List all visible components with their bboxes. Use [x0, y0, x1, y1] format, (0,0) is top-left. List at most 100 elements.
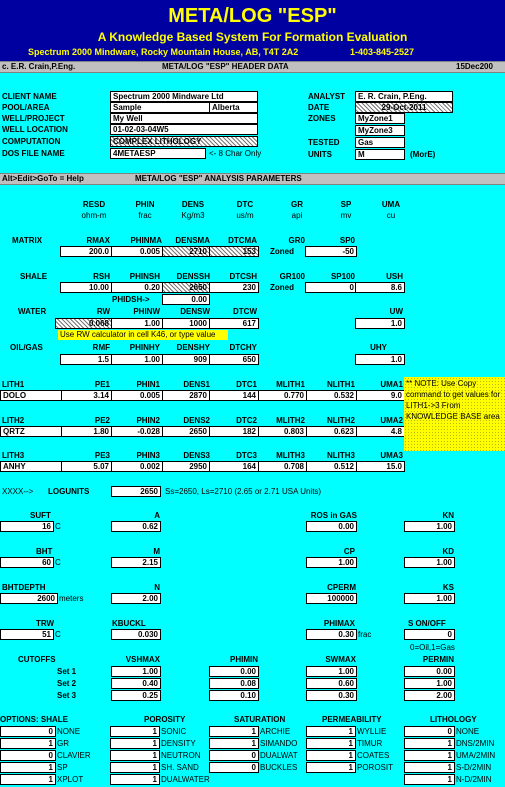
zone1-field[interactable]: MyZone1 — [355, 113, 405, 124]
n-field[interactable]: 2.00 — [111, 593, 161, 604]
lith2-cell[interactable]: -0.028 — [111, 426, 163, 437]
analyst-field[interactable]: E. R. Crain, P.Eng. — [355, 91, 453, 102]
logunits-field[interactable]: 2650 — [111, 486, 161, 497]
rmf-field[interactable]: 1.5 — [60, 354, 112, 365]
shale-option-toggle[interactable]: 0 — [0, 750, 56, 761]
lith3-cell[interactable]: 0.708 — [258, 461, 307, 472]
uhy-field[interactable]: 1.0 — [355, 354, 405, 365]
cutoff-cell[interactable]: 1.00 — [111, 666, 161, 677]
phinsh-field[interactable]: 0.20 — [111, 282, 163, 293]
pool-field[interactable]: Sample — [110, 102, 210, 113]
kbuckl-field[interactable]: 0.030 — [111, 629, 161, 640]
lith2-cell[interactable]: 0.803 — [258, 426, 307, 437]
units-field[interactable]: M — [355, 149, 405, 160]
cutoff-cell[interactable]: 1.00 — [306, 666, 357, 677]
lith2-cell[interactable]: 0.623 — [306, 426, 357, 437]
phinw-field[interactable]: 1.00 — [111, 318, 163, 329]
cutoff-cell[interactable]: 0.10 — [209, 690, 259, 701]
ush-field[interactable]: 8.6 — [355, 282, 405, 293]
porosity-option-toggle[interactable]: 1 — [110, 774, 160, 785]
dtcsh-field[interactable]: 230 — [209, 282, 259, 293]
perm-option-toggle[interactable]: 1 — [306, 750, 356, 761]
location-field[interactable]: 01-02-03-04W5 — [110, 124, 258, 135]
lith-option-toggle[interactable]: 1 — [404, 762, 455, 773]
lith1-cell[interactable]: 0.005 — [111, 390, 163, 401]
perm-option-toggle[interactable]: 1 — [306, 762, 356, 773]
perm-option-toggle[interactable]: 1 — [306, 738, 356, 749]
lith2-name-field[interactable]: QRTZ — [0, 426, 62, 437]
saturation-option-toggle[interactable]: 0 — [209, 750, 259, 761]
cutoff-cell[interactable]: 0.25 — [111, 690, 161, 701]
lith3-cell[interactable]: 0.512 — [306, 461, 357, 472]
phimax-field[interactable]: 0.30 — [306, 629, 357, 640]
sp0-field[interactable]: -50 — [305, 246, 357, 257]
lith-option-toggle[interactable]: 1 — [404, 774, 455, 785]
porosity-option-toggle[interactable]: 1 — [110, 762, 160, 773]
cutoff-cell[interactable]: 0.00 — [404, 666, 455, 677]
lith2-cell[interactable]: 1.80 — [61, 426, 112, 437]
porosity-option-toggle[interactable]: 1 — [110, 738, 160, 749]
lith1-cell[interactable]: 3.14 — [61, 390, 112, 401]
dtcma-field[interactable]: 153 — [209, 246, 259, 257]
denshy-field[interactable]: 909 — [162, 354, 210, 365]
lith3-cell[interactable]: 0.002 — [111, 461, 163, 472]
sp100-field[interactable]: 0 — [305, 282, 357, 293]
date-field[interactable]: 29-Oct-2011 — [355, 102, 453, 113]
porosity-option-toggle[interactable]: 1 — [110, 750, 160, 761]
lith2-cell[interactable]: 182 — [209, 426, 259, 437]
cutoff-cell[interactable]: 2.00 — [404, 690, 455, 701]
client-field[interactable]: Spectrum 2000 Mindware Ltd — [110, 91, 258, 102]
lith3-cell[interactable]: 5.07 — [61, 461, 112, 472]
porosity-option-toggle[interactable]: 1 — [110, 726, 160, 737]
well-field[interactable]: My Well — [110, 113, 258, 124]
bht-field[interactable]: 60 — [0, 557, 54, 568]
lith1-cell[interactable]: 9.0 — [356, 390, 405, 401]
phinma-field[interactable]: 0.005 — [111, 246, 163, 257]
saturation-option-toggle[interactable]: 1 — [209, 738, 259, 749]
trw-field[interactable]: 51 — [0, 629, 54, 640]
zone2-field[interactable]: MyZone3 — [355, 125, 405, 136]
kn-field[interactable]: 1.00 — [404, 521, 455, 532]
lith2-cell[interactable]: 4.8 — [356, 426, 405, 437]
shale-option-toggle[interactable]: 0 — [0, 726, 56, 737]
cutoff-cell[interactable]: 1.00 — [404, 678, 455, 689]
lith3-cell[interactable]: 2950 — [162, 461, 210, 472]
cperm-field[interactable]: 100000 — [306, 593, 357, 604]
lith3-name-field[interactable]: ANHY — [0, 461, 62, 472]
saturation-option-toggle[interactable]: 1 — [209, 726, 259, 737]
rw-field[interactable]: 0.068 — [55, 318, 112, 329]
shale-option-toggle[interactable]: 1 — [0, 774, 56, 785]
rsh-field[interactable]: 10.00 — [60, 282, 112, 293]
phidsh-field[interactable]: 0.00 — [162, 294, 210, 305]
lith1-cell[interactable]: 2870 — [162, 390, 210, 401]
cutoff-cell[interactable]: 0.60 — [306, 678, 357, 689]
computation-field[interactable]: COMPLEX LITHOLOGY — [110, 136, 258, 147]
densma-field[interactable]: 2710 — [162, 246, 210, 257]
saturation-option-toggle[interactable]: 0 — [209, 762, 259, 773]
m-field[interactable]: 2.15 — [111, 557, 161, 568]
rmax-field[interactable]: 200.0 — [60, 246, 112, 257]
lith-option-toggle[interactable]: 1 — [404, 750, 455, 761]
kd-field[interactable]: 1.00 — [404, 557, 455, 568]
lith1-cell[interactable]: 144 — [209, 390, 259, 401]
lith1-cell[interactable]: 0.532 — [306, 390, 357, 401]
lith-option-toggle[interactable]: 0 — [404, 726, 455, 737]
lith3-cell[interactable]: 164 — [209, 461, 259, 472]
lith1-name-field[interactable]: DOLO — [0, 390, 62, 401]
shale-option-toggle[interactable]: 1 — [0, 762, 56, 773]
sonoff-field[interactable]: 0 — [404, 629, 455, 640]
shale-option-toggle[interactable]: 1 — [0, 738, 56, 749]
perm-option-toggle[interactable]: 1 — [306, 726, 356, 737]
bhtdepth-field[interactable]: 2600 — [0, 593, 58, 604]
denssh-field[interactable]: 2650 — [162, 282, 210, 293]
rosgas-field[interactable]: 0.00 — [306, 521, 357, 532]
cutoff-cell[interactable]: 0.08 — [209, 678, 259, 689]
area-field[interactable]: Alberta — [209, 102, 258, 113]
lith3-cell[interactable]: 15.0 — [356, 461, 405, 472]
tested-field[interactable]: Gas — [355, 137, 405, 148]
dtcw-field[interactable]: 617 — [209, 318, 259, 329]
densw-field[interactable]: 1000 — [162, 318, 210, 329]
ks-field[interactable]: 1.00 — [404, 593, 455, 604]
cutoff-cell[interactable]: 0.00 — [209, 666, 259, 677]
cutoff-cell[interactable]: 0.40 — [111, 678, 161, 689]
